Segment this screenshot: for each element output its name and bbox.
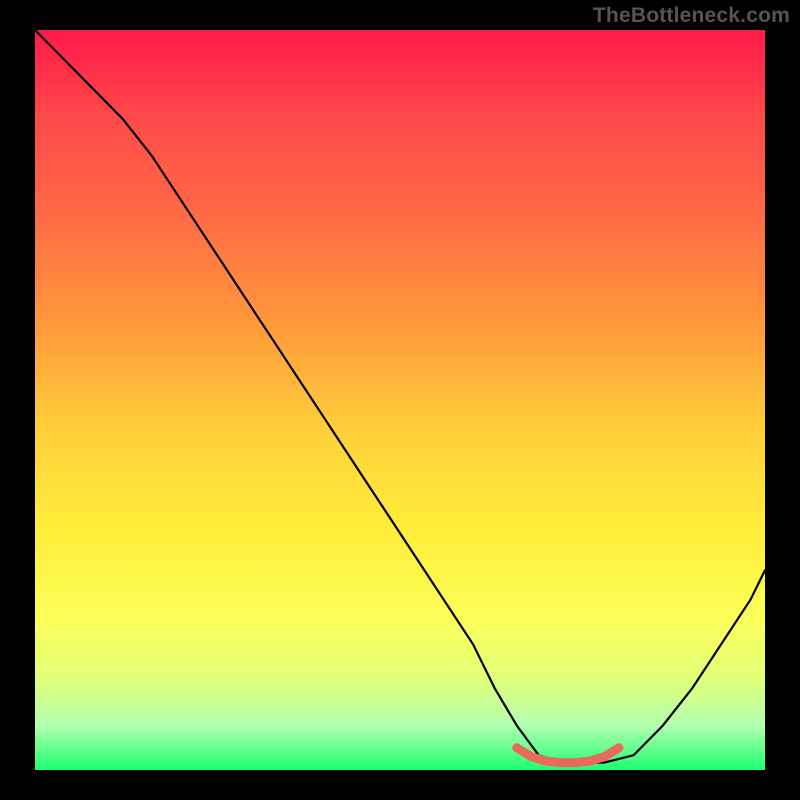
plot-area [35,30,765,770]
watermark-text: TheBottleneck.com [593,4,790,28]
curve-line [35,30,765,763]
highlight-segment [517,748,619,763]
chart-frame: TheBottleneck.com [0,0,800,800]
chart-svg [35,30,765,770]
